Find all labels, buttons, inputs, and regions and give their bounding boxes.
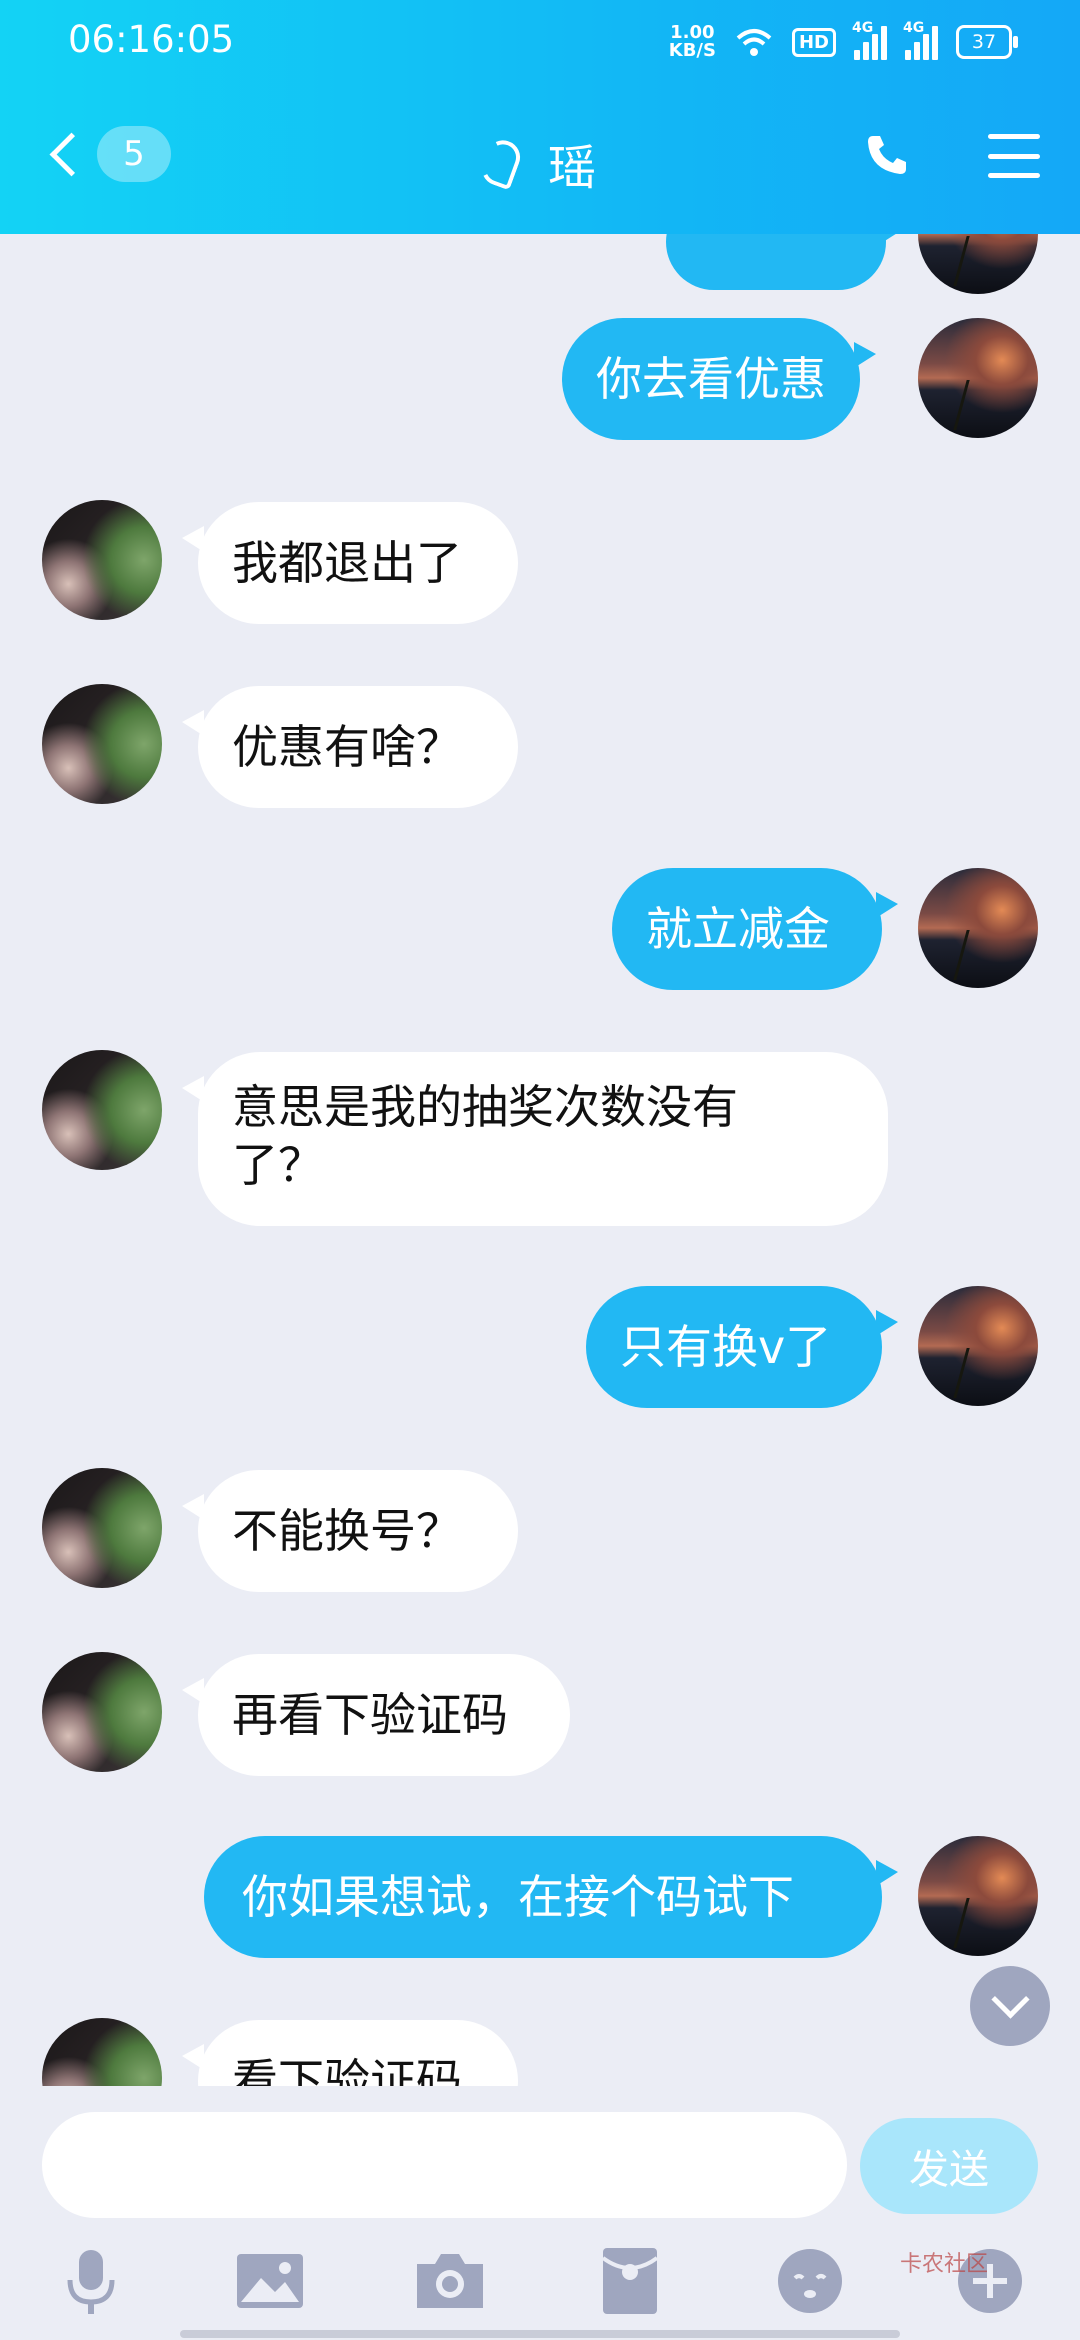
send-button[interactable]: 发送 bbox=[860, 2118, 1038, 2214]
hd-badge: HD bbox=[791, 27, 836, 57]
contact-name: 瑶 bbox=[547, 140, 596, 196]
message-input[interactable] bbox=[42, 2112, 847, 2218]
camera-icon[interactable] bbox=[405, 2236, 495, 2326]
avatar-self[interactable] bbox=[918, 1286, 1038, 1406]
navigation-handle[interactable] bbox=[180, 2330, 900, 2338]
message-list[interactable]: 你去看优惠 我都退出了 优惠有啥？ 就立减金 意思是我的抽奖次数没有了？ 只有换… bbox=[0, 234, 1080, 2086]
avatar-self[interactable] bbox=[918, 234, 1038, 294]
message-bubble[interactable]: 优惠有啥？ bbox=[182, 686, 518, 808]
status-icons: 1.00 KB/S HD 4G 4G 37 bbox=[668, 20, 1018, 64]
wifi-icon bbox=[736, 29, 772, 56]
ear-icon bbox=[477, 135, 525, 191]
avatar-self[interactable] bbox=[918, 1836, 1038, 1956]
message-bubble[interactable]: 我都退出了 bbox=[182, 502, 518, 624]
emoji-icon[interactable] bbox=[765, 2236, 855, 2326]
menu-icon[interactable] bbox=[988, 134, 1040, 178]
message-bubble[interactable]: 就立减金 bbox=[612, 868, 898, 990]
network-speed: 1.00 KB/S bbox=[668, 22, 716, 61]
avatar-contact[interactable] bbox=[42, 1652, 162, 1772]
phone-icon[interactable] bbox=[864, 132, 910, 178]
chat-header: 06:16:05 1.00 KB/S HD 4G 4G 37 5 瑶 bbox=[0, 0, 1080, 234]
message-bubble[interactable]: 只有换v了 bbox=[586, 1286, 898, 1408]
message-bubble[interactable]: 再看下验证码 bbox=[182, 1654, 570, 1776]
watermark: 卡农社区 bbox=[900, 2252, 989, 2277]
avatar-contact[interactable] bbox=[42, 684, 162, 804]
message-bubble[interactable]: 你去看优惠 bbox=[562, 318, 876, 440]
battery-icon: 37 bbox=[956, 25, 1018, 59]
input-area: 发送 bbox=[0, 2086, 1080, 2340]
scroll-to-bottom-button[interactable] bbox=[970, 1966, 1050, 2046]
red-packet-icon[interactable] bbox=[585, 2236, 675, 2326]
avatar-contact[interactable] bbox=[42, 1050, 162, 1170]
signal-icon-2: 4G bbox=[903, 20, 938, 60]
signal-icon: 4G bbox=[852, 20, 887, 60]
message-bubble[interactable]: 你如果想试，在接个码试下 bbox=[204, 1836, 898, 1958]
message-bubble[interactable]: 意思是我的抽奖次数没有了？ bbox=[182, 1052, 888, 1226]
avatar-contact[interactable] bbox=[42, 500, 162, 620]
avatar-contact[interactable] bbox=[42, 1468, 162, 1588]
message-bubble[interactable]: 不能换号？ bbox=[182, 1470, 518, 1592]
avatar-self[interactable] bbox=[918, 868, 1038, 988]
avatar-contact[interactable] bbox=[42, 2018, 162, 2086]
message-bubble[interactable]: 看下验证码 bbox=[182, 2020, 518, 2086]
microphone-icon[interactable] bbox=[46, 2236, 136, 2326]
image-icon[interactable] bbox=[225, 2236, 315, 2326]
chat-title[interactable]: 瑶 bbox=[477, 128, 596, 198]
status-time: 06:16:05 bbox=[68, 18, 235, 61]
avatar-self[interactable] bbox=[918, 318, 1038, 438]
message-bubble-partial[interactable] bbox=[666, 234, 902, 290]
